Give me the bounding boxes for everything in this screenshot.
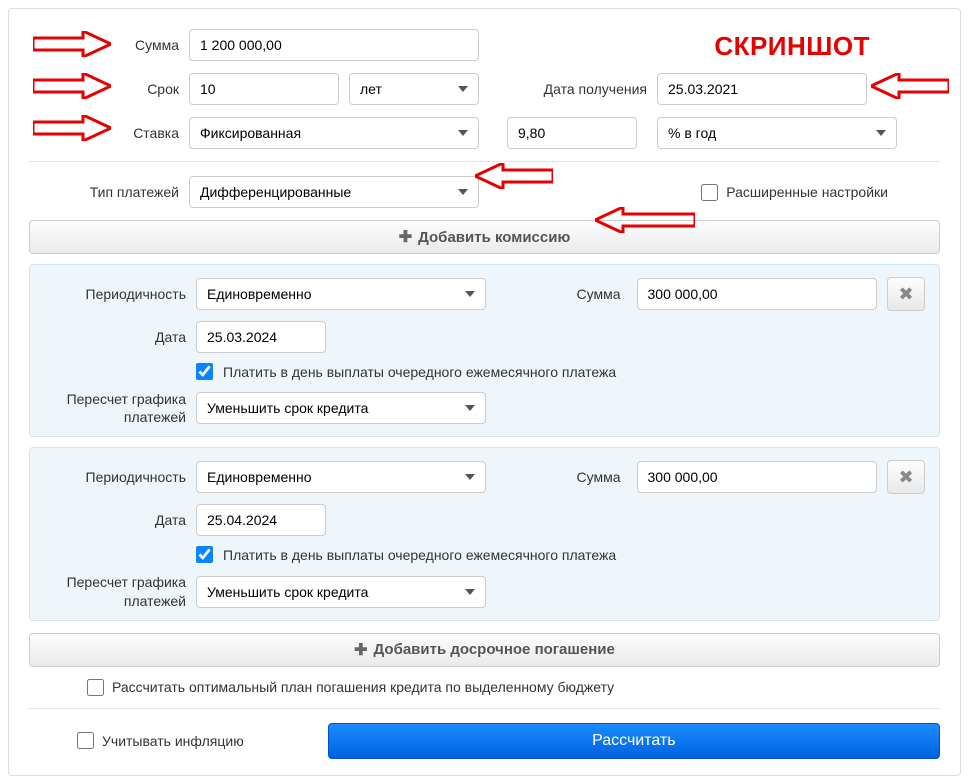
label-pay-on-schedule-1: Платить в день выплаты очередного ежемес…	[223, 364, 616, 380]
row-amount: Сумма	[29, 29, 940, 61]
plus-icon: ✚	[354, 640, 367, 660]
remove-prepayment-button-2[interactable]: ✖	[887, 460, 925, 494]
remove-prepayment-button-1[interactable]: ✖	[887, 277, 925, 311]
label-sum-2: Сумма	[497, 469, 627, 485]
row-payment-type: Тип платежей Дифференцированные Расширен…	[29, 176, 940, 208]
label-date-1: Дата	[36, 329, 186, 345]
add-commission-label: Добавить комиссию	[418, 229, 570, 246]
label-recalc-2: Пересчет графика платежей	[36, 573, 186, 609]
prepayment-block-2: Периодичность Единовременно Сумма ✖ Дата…	[29, 447, 940, 620]
inflation-checkbox[interactable]	[77, 732, 94, 749]
receive-date-input[interactable]	[657, 73, 867, 105]
close-icon: ✖	[898, 284, 913, 305]
divider	[29, 708, 940, 709]
prepay-date-input-1[interactable]	[196, 321, 326, 353]
label-sum-1: Сумма	[497, 286, 627, 302]
prepay-sum-input-1[interactable]	[637, 278, 877, 310]
label-pay-on-schedule-2: Платить в день выплаты очередного ежемес…	[223, 547, 616, 563]
pay-on-schedule-checkbox-2[interactable]	[196, 546, 213, 563]
row-optimal-plan: Рассчитать оптимальный план погашения кр…	[29, 679, 940, 696]
label-amount: Сумма	[29, 37, 179, 53]
row-calculate: Учитывать инфляцию Рассчитать	[29, 723, 940, 759]
add-prepayment-label: Добавить досрочное погашение	[374, 641, 615, 658]
close-icon: ✖	[898, 467, 913, 488]
label-optimal-plan: Рассчитать оптимальный план погашения кр…	[112, 679, 614, 695]
rate-value-input[interactable]	[507, 117, 637, 149]
row-rate: Ставка Фиксированная % в год	[29, 117, 940, 149]
term-unit-select[interactable]: лет	[349, 73, 479, 105]
label-periodicity-2: Периодичность	[36, 469, 186, 485]
prepayment-block-1: Периодичность Единовременно Сумма ✖ Дата…	[29, 264, 940, 437]
periodicity-select-1[interactable]: Единовременно	[196, 278, 486, 310]
add-prepayment-button[interactable]: ✚ Добавить досрочное погашение	[29, 633, 940, 667]
plus-icon: ✚	[399, 227, 412, 247]
optimal-plan-checkbox[interactable]	[87, 679, 104, 696]
advanced-checkbox[interactable]	[701, 184, 718, 201]
row-term: Срок лет Дата получения	[29, 73, 940, 105]
recalc-select-2[interactable]: Уменьшить срок кредита	[196, 576, 486, 608]
recalc-select-1[interactable]: Уменьшить срок кредита	[196, 392, 486, 424]
payment-type-select[interactable]: Дифференцированные	[189, 176, 479, 208]
label-advanced: Расширенные настройки	[726, 184, 888, 200]
calculate-button[interactable]: Рассчитать	[328, 723, 940, 759]
label-receive-date: Дата получения	[507, 81, 647, 97]
divider	[29, 161, 940, 162]
label-date-2: Дата	[36, 512, 186, 528]
loan-form-panel: СКРИНШОТ Сумма Срок лет Дата получения С…	[8, 8, 961, 776]
label-inflation: Учитывать инфляцию	[102, 733, 244, 749]
label-payment-type: Тип платежей	[29, 184, 179, 200]
amount-input[interactable]	[189, 29, 479, 61]
pay-on-schedule-checkbox-1[interactable]	[196, 363, 213, 380]
rate-unit-select[interactable]: % в год	[657, 117, 897, 149]
label-periodicity-1: Периодичность	[36, 286, 186, 302]
label-recalc-1: Пересчет графика платежей	[36, 390, 186, 426]
add-commission-button[interactable]: ✚ Добавить комиссию	[29, 220, 940, 254]
term-input[interactable]	[189, 73, 339, 105]
periodicity-select-2[interactable]: Единовременно	[196, 461, 486, 493]
prepay-date-input-2[interactable]	[196, 504, 326, 536]
prepay-sum-input-2[interactable]	[637, 461, 877, 493]
label-term: Срок	[29, 81, 179, 97]
rate-type-select[interactable]: Фиксированная	[189, 117, 479, 149]
label-rate: Ставка	[29, 125, 179, 141]
advanced-settings-wrap: Расширенные настройки	[701, 184, 888, 201]
